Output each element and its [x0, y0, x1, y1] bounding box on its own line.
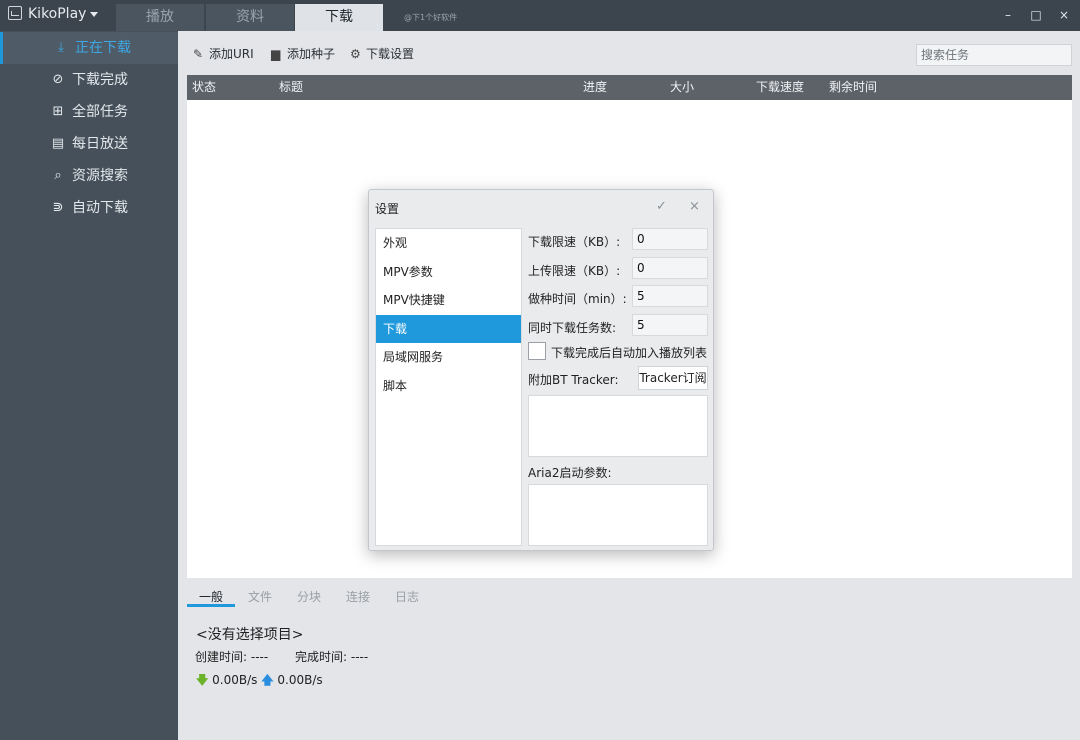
upload-limit-label: 上传限速（KB）:: [528, 264, 621, 278]
seed-time-field[interactable]: 5: [632, 285, 708, 307]
gear-icon: ⚙: [350, 47, 361, 61]
column-progress[interactable]: 进度: [583, 75, 607, 100]
settings-item-mpv-params[interactable]: MPV参数: [376, 258, 521, 286]
settings-item-mpv-shortcuts[interactable]: MPV快捷键: [376, 286, 521, 314]
seed-time-label: 做种时间（min）:: [528, 292, 627, 306]
column-title[interactable]: 标题: [279, 75, 303, 100]
active-tab-indicator: [187, 604, 235, 607]
sidebar-item-completed[interactable]: ⊘ 下载完成: [0, 64, 178, 96]
sidebar-item-daily[interactable]: ▤ 每日放送: [0, 128, 178, 160]
close-icon[interactable]: ×: [689, 199, 700, 214]
calendar-icon: ▤: [51, 136, 65, 151]
tracker-subscription-button[interactable]: Tracker订阅: [638, 366, 708, 390]
settings-dialog: 设置 ✓ × 外观 MPV参数 MPV快捷键 下载 局域网服务 脚本 下载限速（…: [368, 189, 714, 551]
created-time: 创建时间: ----: [195, 650, 269, 664]
sidebar-item-label: 资源搜索: [72, 168, 128, 184]
download-speed: 0.00B/s: [212, 673, 258, 687]
download-limit-label: 下载限速（KB）:: [528, 235, 621, 249]
sidebar-item-resource-search[interactable]: ⌕ 资源搜索: [0, 160, 178, 192]
search-icon: ⌕: [54, 168, 62, 183]
add-uri-label: 添加URI: [209, 47, 254, 61]
aria2-params-label: Aria2启动参数:: [528, 466, 612, 480]
detail-panel: 一般 文件 分块 连接 日志 <没有选择项目> 创建时间: ---- 完成时间:…: [178, 578, 1080, 740]
sidebar: ⤓ 正在下载 ⊘ 下载完成 ⊞ 全部任务 ▤ 每日放送 ⌕ 资源搜索 ⋑ 自动下…: [0, 31, 178, 740]
download-settings-button[interactable]: ⚙ 下载设置: [350, 45, 414, 63]
download-icon: ⤓: [58, 40, 64, 55]
sidebar-item-downloading[interactable]: ⤓ 正在下载: [0, 32, 178, 64]
sidebar-item-label: 每日放送: [72, 136, 128, 152]
sidebar-item-all-tasks[interactable]: ⊞ 全部任务: [0, 96, 178, 128]
concurrent-tasks-label: 同时下载任务数:: [528, 321, 617, 335]
tab-connections[interactable]: 连接: [346, 588, 370, 608]
tab-files[interactable]: 文件: [248, 588, 272, 608]
table-header: 状态 标题 进度 大小 下载速度 剩余时间: [187, 75, 1072, 100]
sidebar-item-label: 自动下载: [72, 200, 128, 216]
settings-category-list: 外观 MPV参数 MPV快捷键 下载 局域网服务 脚本: [375, 228, 522, 546]
toolbar: ✎ 添加URI ▆ 添加种子 ⚙ 下载设置: [178, 31, 1080, 75]
close-window-button[interactable]: ×: [1053, 5, 1075, 25]
tab-log[interactable]: 日志: [395, 588, 419, 608]
settings-item-lan-service[interactable]: 局域网服务: [376, 343, 521, 371]
watermark: @下1个好软件: [404, 13, 458, 22]
download-limit-field[interactable]: 0: [632, 228, 708, 250]
settings-item-scripts[interactable]: 脚本: [376, 372, 521, 400]
column-size[interactable]: 大小: [670, 75, 694, 100]
add-uri-button[interactable]: ✎ 添加URI: [193, 45, 254, 63]
speed-row: 🡇 0.00B/s 🡅 0.00B/s: [196, 671, 323, 692]
upload-limit-field[interactable]: 0: [632, 257, 708, 279]
upload-speed: 0.00B/s: [277, 673, 323, 687]
settings-item-appearance[interactable]: 外观: [376, 229, 521, 257]
rss-icon: ⋑: [52, 200, 64, 215]
search-input[interactable]: [916, 44, 1072, 66]
add-torrent-button[interactable]: ▆ 添加种子: [271, 45, 335, 63]
auto-add-playlist-checkbox[interactable]: [528, 342, 546, 360]
dialog-title: 设置: [375, 202, 400, 216]
upload-arrow-icon: 🡅: [261, 673, 274, 687]
sidebar-item-auto-download[interactable]: ⋑ 自动下载: [0, 192, 178, 224]
download-settings-label: 下载设置: [366, 47, 415, 61]
app-menu-caret-icon[interactable]: [90, 12, 98, 17]
bt-tracker-label: 附加BT Tracker:: [528, 373, 619, 387]
confirm-icon[interactable]: ✓: [656, 199, 667, 214]
check-circle-icon: ⊘: [52, 72, 64, 87]
maximize-button[interactable]: □: [1025, 5, 1047, 25]
column-download-speed[interactable]: 下载速度: [756, 75, 804, 100]
no-selection-text: <没有选择项目>: [196, 627, 304, 643]
app-logo-icon: [8, 6, 22, 20]
add-torrent-label: 添加种子: [287, 47, 336, 61]
app-title[interactable]: KikoPlay: [28, 6, 86, 22]
sidebar-item-label: 下载完成: [72, 72, 128, 88]
sidebar-item-label: 全部任务: [72, 104, 128, 120]
sidebar-item-label: 正在下载: [75, 40, 131, 56]
tab-play[interactable]: 播放: [116, 4, 204, 31]
settings-item-download[interactable]: 下载: [376, 315, 521, 343]
concurrent-tasks-field[interactable]: 5: [632, 314, 708, 336]
auto-add-playlist-label: 下载完成后自动加入播放列表: [551, 346, 708, 360]
edit-icon: ✎: [193, 47, 204, 61]
tab-pieces[interactable]: 分块: [297, 588, 321, 608]
minimize-button[interactable]: –: [997, 5, 1019, 25]
tab-library[interactable]: 资料: [206, 4, 294, 31]
grid-icon: ⊞: [52, 104, 64, 119]
column-remaining-time[interactable]: 剩余时间: [829, 75, 877, 100]
tab-download[interactable]: 下载: [295, 4, 383, 31]
bt-tracker-textarea[interactable]: [528, 395, 708, 457]
torrent-icon: ▆: [271, 47, 281, 61]
title-bar: KikoPlay 播放 资料 下载 @下1个好软件 – □ ×: [0, 0, 1080, 31]
column-status[interactable]: 状态: [192, 75, 216, 100]
download-arrow-icon: 🡇: [196, 673, 209, 687]
aria2-params-textarea[interactable]: [528, 484, 708, 546]
finished-time: 完成时间: ----: [295, 650, 369, 664]
